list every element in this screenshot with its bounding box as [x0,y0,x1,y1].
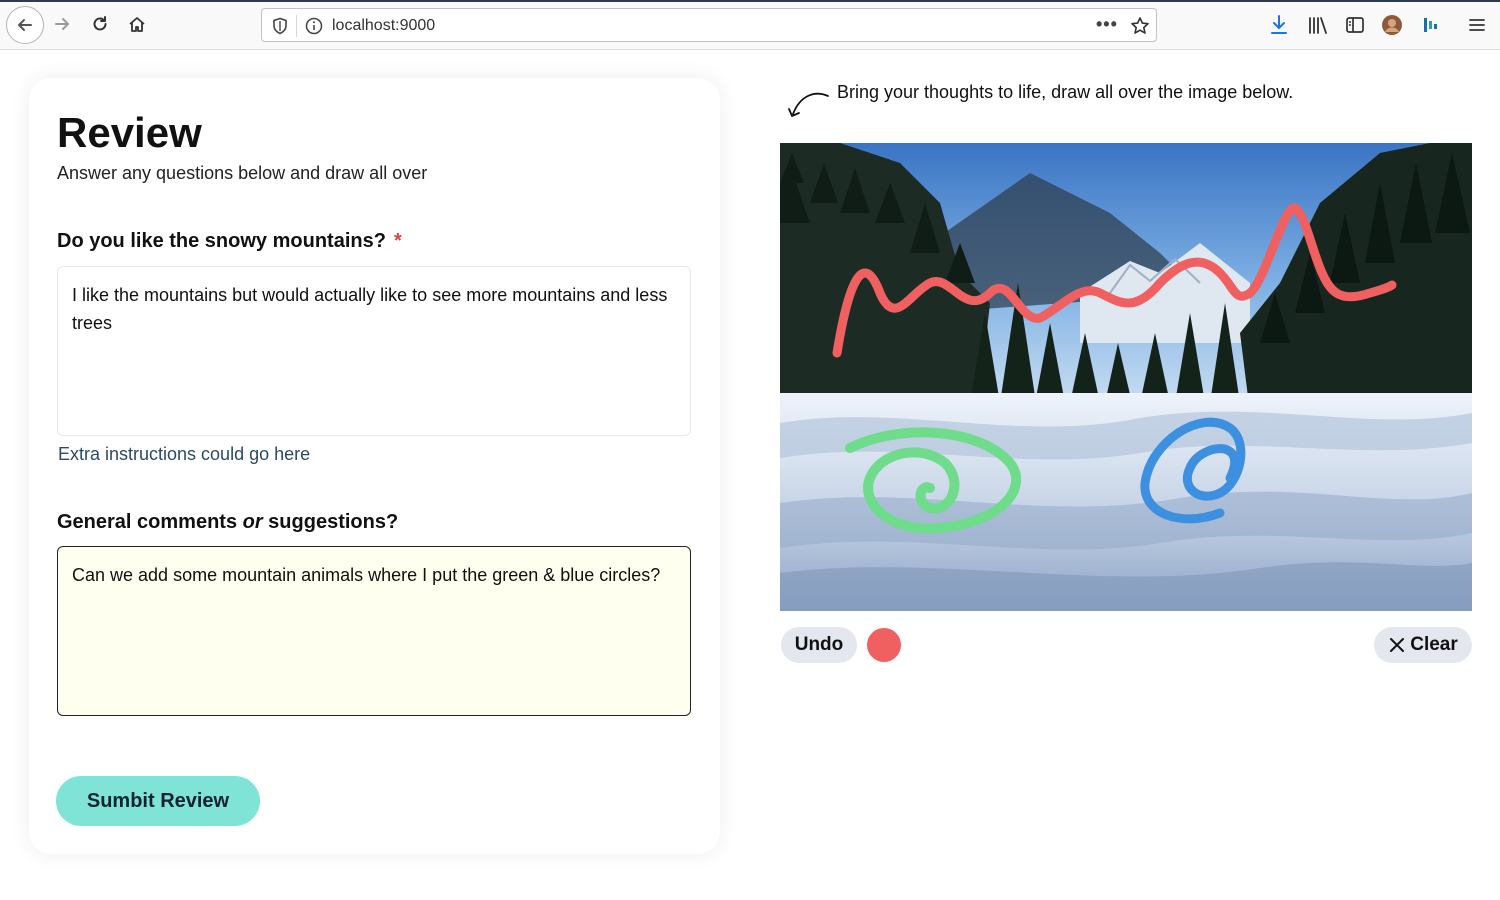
question2-textarea[interactable]: Can we add some mountain animals where I… [57,546,691,716]
page-title: Review [57,109,202,156]
browser-toolbar: localhost:9000 ••• [0,0,1500,50]
tab-strip-edge [0,0,1500,2]
question2-label-emphasis: or [242,511,263,533]
arrow-left-icon [18,19,32,31]
question2-label: General comments or suggestions? [57,510,398,534]
home-button[interactable] [121,8,153,40]
extension-icon[interactable] [1417,12,1443,38]
shield-icon[interactable] [270,16,290,36]
question2-label-prefix: General comments [57,511,243,533]
home-icon [129,17,145,32]
undo-button[interactable]: Undo [781,627,857,663]
forward-button[interactable] [46,8,78,40]
download-icon[interactable] [1266,12,1292,38]
question1-hint: Extra instructions could go here [58,444,311,464]
arrow-right-icon [55,18,69,30]
snowy-landscape-photo[interactable] [780,143,1472,611]
drawing-prompt: Bring your thoughts to life, draw all ov… [837,82,1294,102]
sidebar-toggle-icon[interactable] [1342,12,1368,38]
curved-arrow-icon [788,92,829,117]
account-avatar-icon[interactable] [1379,12,1405,38]
question1-textarea[interactable]: I like the mountains but would actually … [57,266,691,436]
hamburger-menu-icon[interactable] [1464,12,1490,38]
clear-button-label: Clear [1410,634,1458,655]
bookmark-star-icon[interactable] [1128,14,1152,38]
required-marker: * [393,230,402,252]
library-icon[interactable] [1305,12,1331,38]
reload-icon [93,16,107,31]
question2-label-suffix: suggestions? [262,511,399,533]
url-text[interactable]: localhost:9000 [332,16,435,36]
review-form-card [29,78,720,854]
drawing-canvas[interactable] [780,143,1472,611]
form-subtitle: Answer any questions below and draw all … [57,163,428,183]
close-icon [1390,638,1405,652]
submit-review-button[interactable]: Sumbit Review [56,776,260,826]
question1-label: Do you like the snowy mountains? * [57,229,402,253]
info-icon[interactable] [304,16,324,36]
address-bar[interactable]: localhost:9000 ••• [261,8,1157,42]
reload-button[interactable] [84,8,116,40]
color-picker-swatch[interactable] [867,628,901,662]
page-actions-menu-icon[interactable]: ••• [1096,14,1118,34]
address-divider [296,15,297,37]
back-button[interactable] [6,6,44,44]
clear-button[interactable]: Clear [1374,627,1472,663]
question1-label-text: Do you like the snowy mountains? [57,230,386,252]
